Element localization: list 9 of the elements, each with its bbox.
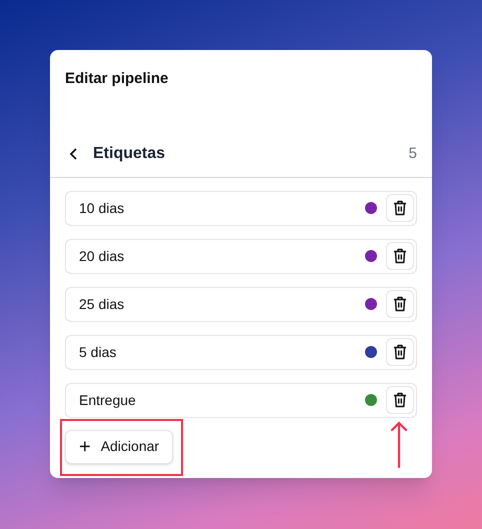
- tag-label: 20 dias: [79, 246, 124, 266]
- tag-label: 25 dias: [79, 294, 124, 314]
- tag-label: 10 dias: [79, 198, 124, 218]
- tag-label: Entregue: [79, 390, 136, 410]
- tag-count: 5: [408, 144, 417, 164]
- section-title: Etiquetas: [93, 144, 166, 164]
- dialog-title: Editar pipeline: [64, 69, 170, 89]
- tag-label: 5 dias: [79, 342, 116, 362]
- add-button[interactable]: + Adicionar: [65, 430, 174, 464]
